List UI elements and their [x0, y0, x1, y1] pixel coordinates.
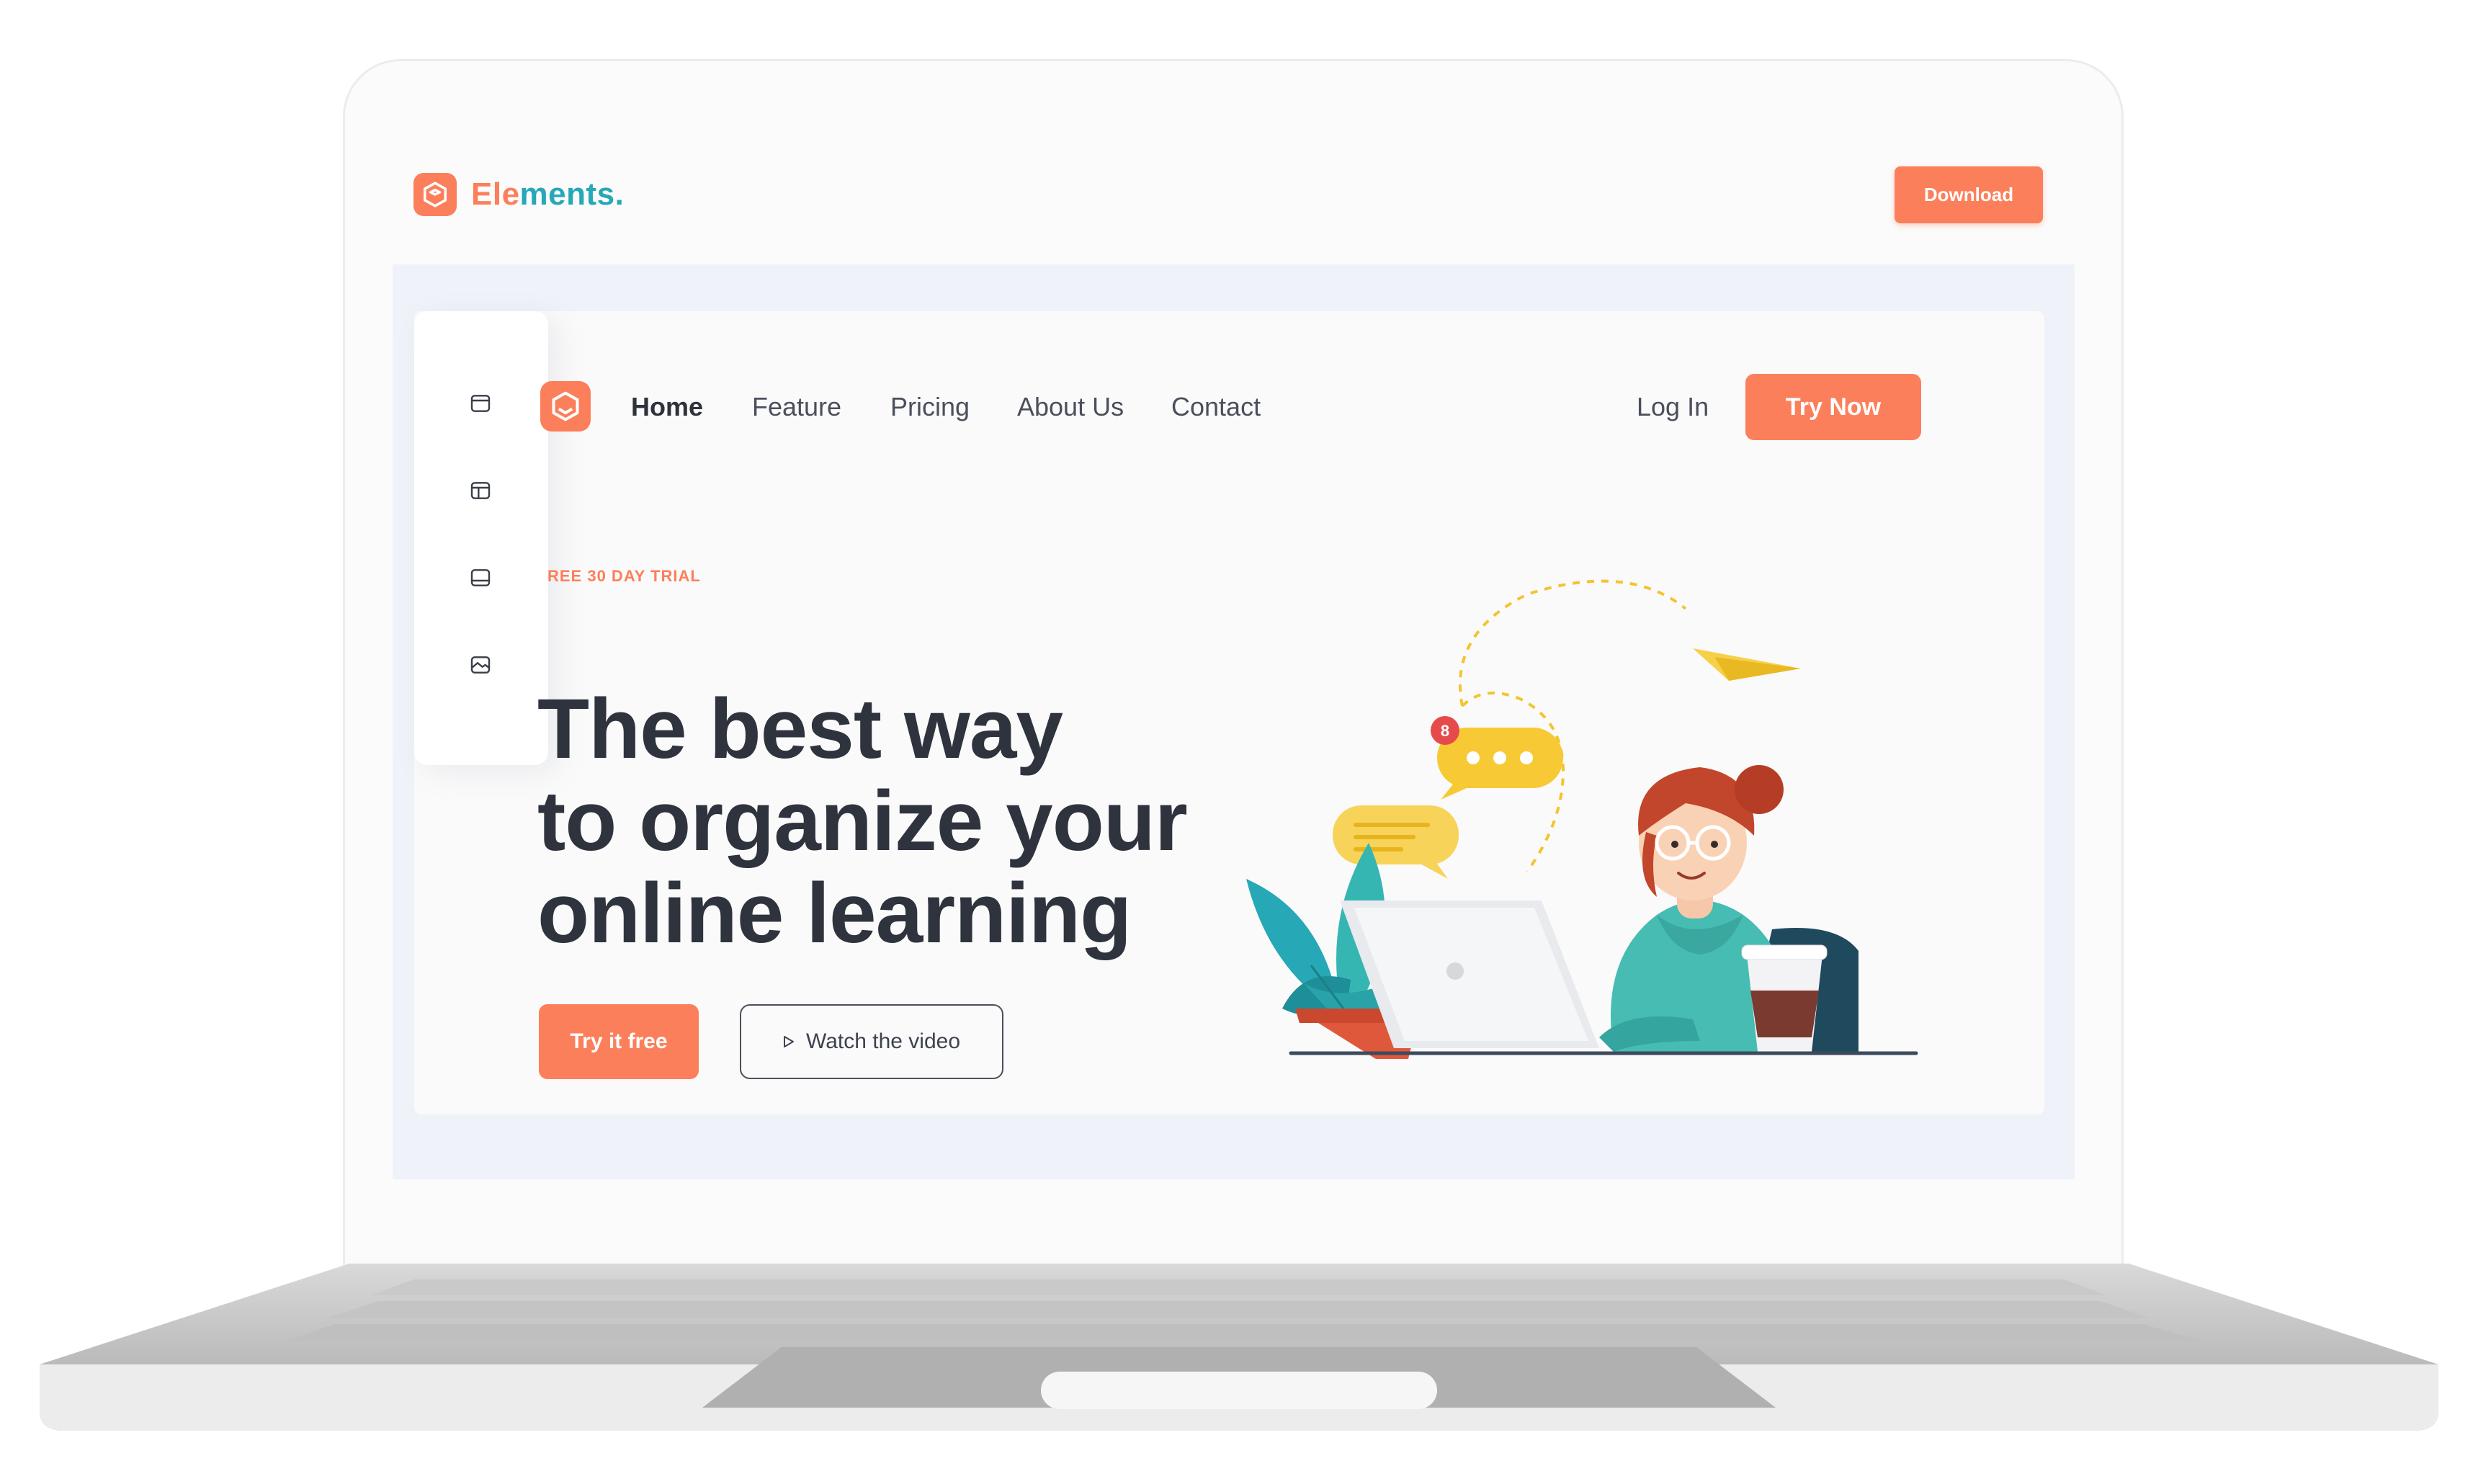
tool-rail	[414, 311, 548, 765]
headline-line-1: The best way	[537, 681, 1063, 777]
headline-line-2: to organize your	[537, 774, 1188, 869]
paper-plane-icon	[1693, 648, 1801, 681]
nav-feature[interactable]: Feature	[752, 390, 841, 424]
site-logo-icon[interactable]	[540, 381, 591, 432]
headline-line-3: online learning	[537, 866, 1132, 961]
hero-illustration: 8	[1246, 579, 1918, 1059]
trial-badge: REE 30 DAY TRIAL	[547, 567, 701, 585]
try-now-button[interactable]: Try Now	[1745, 374, 1921, 440]
hero-headline: The best way to organize your online lea…	[537, 683, 1229, 960]
nav-home[interactable]: Home	[631, 390, 703, 424]
laptop-base	[40, 1264, 2438, 1436]
brand[interactable]: Elements.	[413, 173, 624, 216]
play-icon	[784, 1036, 794, 1047]
message-bubble-icon	[1333, 805, 1459, 879]
svg-text:8: 8	[1441, 722, 1449, 740]
notification-badge: 8	[1431, 716, 1459, 745]
nav-contact[interactable]: Contact	[1171, 390, 1261, 424]
layout-footer-icon[interactable]	[463, 560, 498, 595]
watch-video-label: Watch the video	[806, 1029, 960, 1053]
download-button[interactable]: Download	[1895, 166, 2043, 223]
watch-video-button[interactable]: Watch the video	[740, 1004, 1003, 1079]
nav-about-us[interactable]: About Us	[1017, 390, 1124, 424]
brand-name: Elements.	[471, 176, 625, 212]
layout-grid-icon[interactable]	[463, 473, 498, 508]
image-icon[interactable]	[463, 648, 498, 682]
brand-logo-icon	[413, 173, 457, 216]
layout-header-icon[interactable]	[463, 386, 498, 421]
try-it-free-button[interactable]: Try it free	[539, 1004, 699, 1079]
nav-pricing[interactable]: Pricing	[890, 390, 970, 424]
login-link[interactable]: Log In	[1637, 390, 1709, 424]
